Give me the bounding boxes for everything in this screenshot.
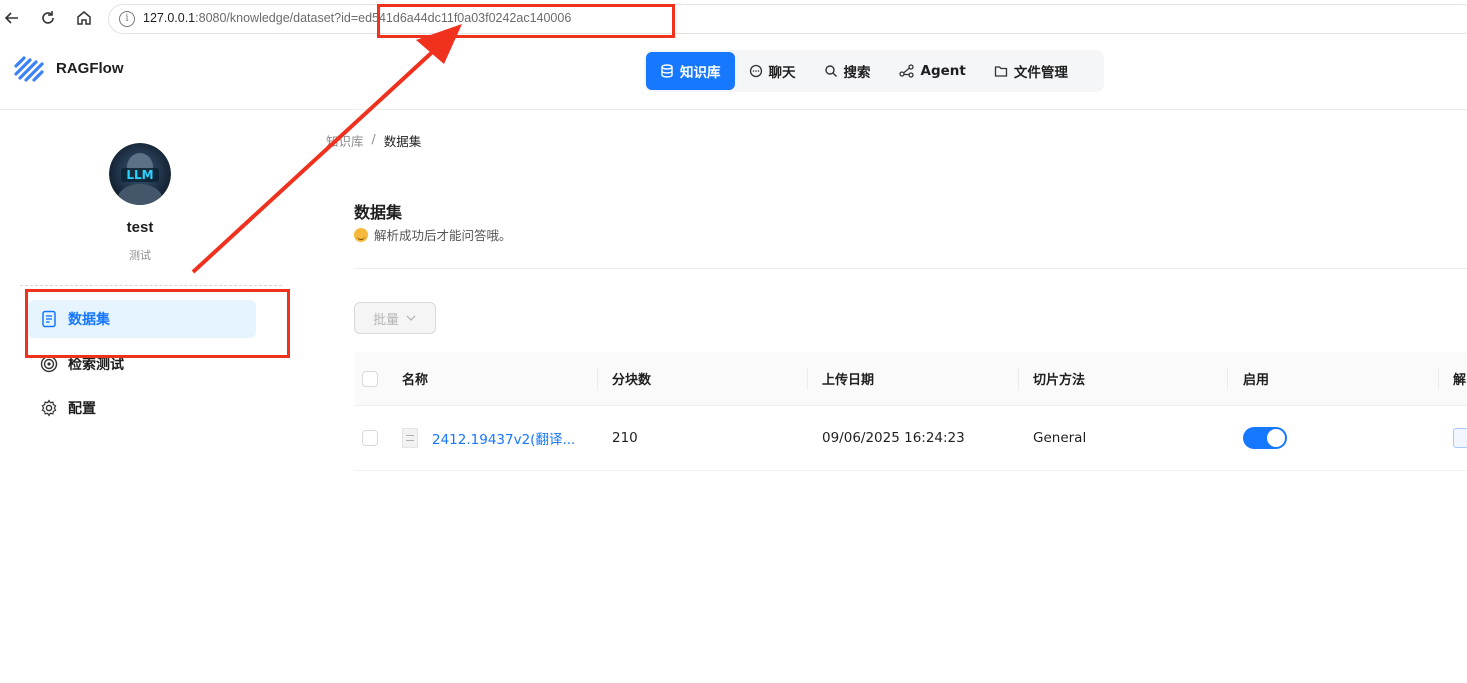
annotation-arrow — [191, 24, 462, 274]
